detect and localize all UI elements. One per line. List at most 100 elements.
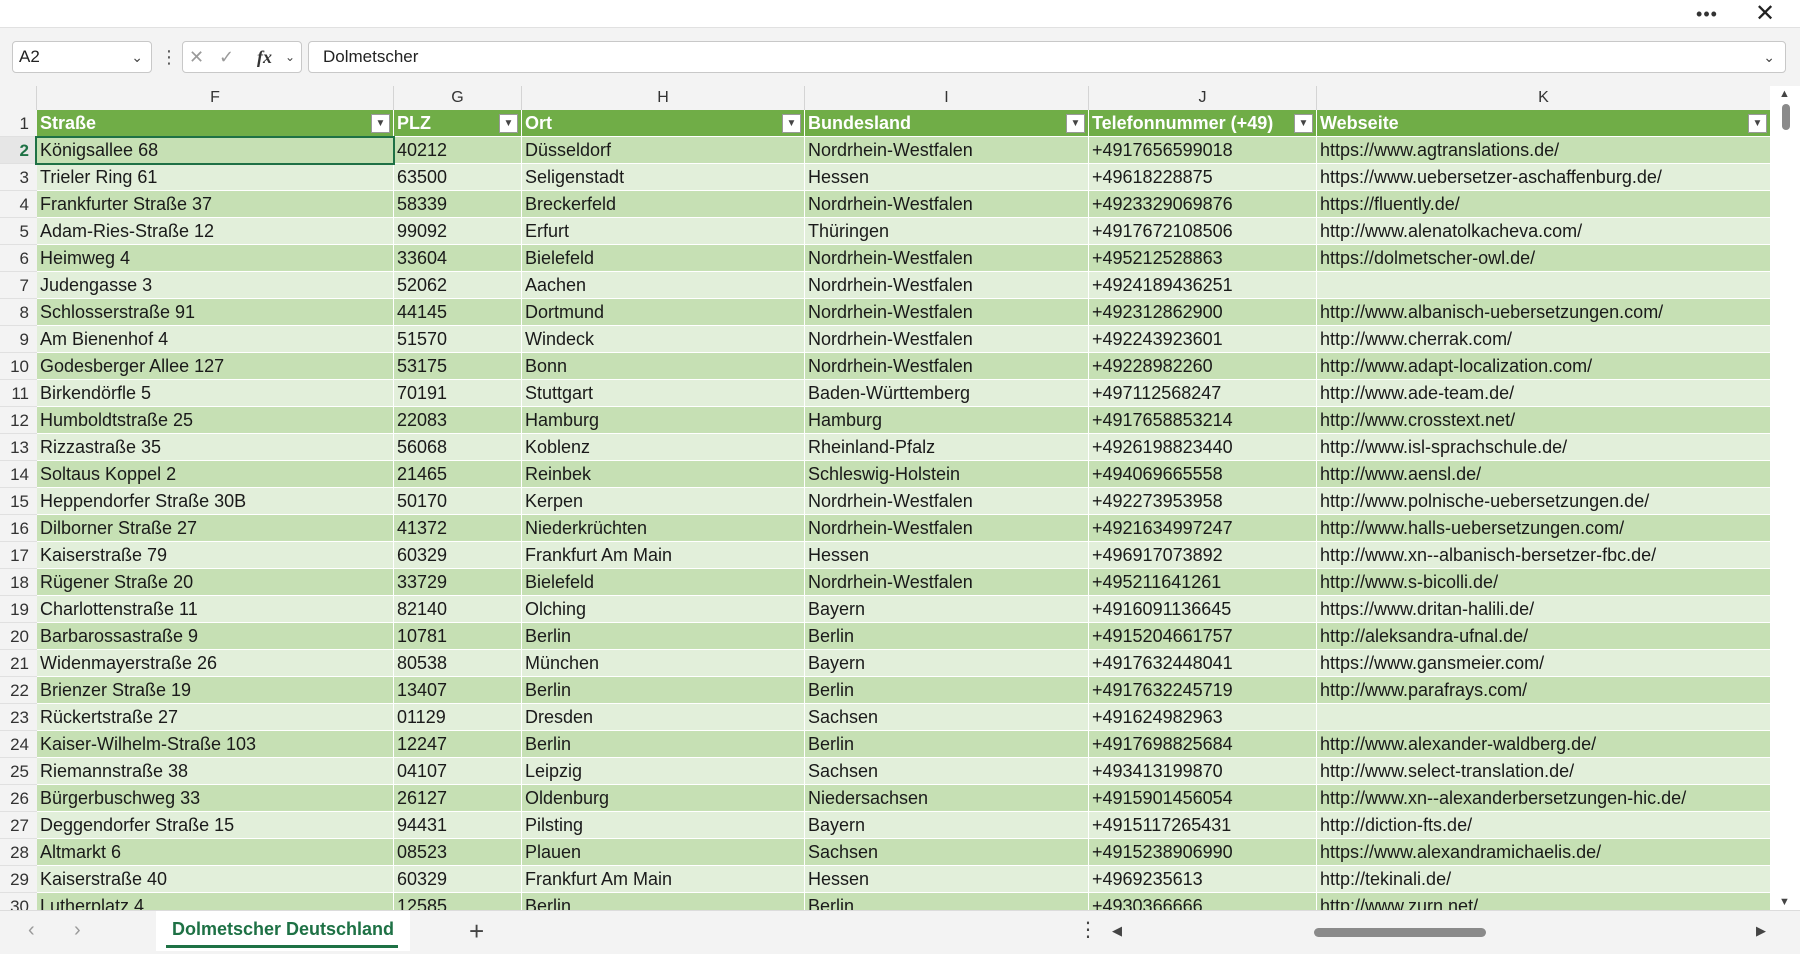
- cell-j[interactable]: +496917073892: [1089, 542, 1317, 569]
- cell-g[interactable]: 60329: [394, 542, 522, 569]
- cell-g[interactable]: 21465: [394, 461, 522, 488]
- cell-g[interactable]: 13407: [394, 677, 522, 704]
- cell-g[interactable]: 26127: [394, 785, 522, 812]
- cell-i[interactable]: Schleswig-Holstein: [805, 461, 1089, 488]
- cell-j[interactable]: +494069665558: [1089, 461, 1317, 488]
- cell-i[interactable]: Nordrhein-Westfalen: [805, 245, 1089, 272]
- column-header-i[interactable]: I: [805, 86, 1089, 110]
- chevron-down-icon[interactable]: ⌄: [285, 42, 295, 72]
- cell-j[interactable]: +4917698825684: [1089, 731, 1317, 758]
- cell-h[interactable]: Berlin: [522, 677, 805, 704]
- cell-k[interactable]: http://www.xn--alexanderbersetzungen-hic…: [1317, 785, 1770, 812]
- cancel-icon[interactable]: ✕: [189, 42, 204, 72]
- cell-g[interactable]: 08523: [394, 839, 522, 866]
- cell-g[interactable]: 12585: [394, 893, 522, 910]
- cell-f[interactable]: Birkendörfle 5: [37, 380, 394, 407]
- row-header[interactable]: 12: [0, 407, 37, 434]
- cell-k[interactable]: http://www.xn--albanisch-bersetzer-fbc.d…: [1317, 542, 1770, 569]
- cell-i[interactable]: Sachsen: [805, 839, 1089, 866]
- cell-i[interactable]: Nordrhein-Westfalen: [805, 299, 1089, 326]
- cell-i[interactable]: Rheinland-Pfalz: [805, 434, 1089, 461]
- cell-f[interactable]: Charlottenstraße 11: [37, 596, 394, 623]
- cell-g[interactable]: 80538: [394, 650, 522, 677]
- cell-h[interactable]: Oldenburg: [522, 785, 805, 812]
- row-header[interactable]: 9: [0, 326, 37, 353]
- cell-h[interactable]: Kerpen: [522, 488, 805, 515]
- cell-k[interactable]: http://aleksandra-ufnal.de/: [1317, 623, 1770, 650]
- cell-f[interactable]: Adam-Ries-Straße 12: [37, 218, 394, 245]
- cell-j[interactable]: +4924189436251: [1089, 272, 1317, 299]
- cell-k[interactable]: http://www.halls-uebersetzungen.com/: [1317, 515, 1770, 542]
- cell-g[interactable]: 12247: [394, 731, 522, 758]
- row-header[interactable]: 19: [0, 596, 37, 623]
- cell-h[interactable]: Bonn: [522, 353, 805, 380]
- close-button[interactable]: ✕: [1750, 2, 1780, 26]
- cell-g[interactable]: 82140: [394, 596, 522, 623]
- cell-g[interactable]: 01129: [394, 704, 522, 731]
- cell-j[interactable]: +4917656599018: [1089, 137, 1317, 164]
- expand-formula-icon[interactable]: ⌄: [1763, 42, 1775, 72]
- cell-j[interactable]: +49228982260: [1089, 353, 1317, 380]
- cell-h[interactable]: Bielefeld: [522, 569, 805, 596]
- cell-k[interactable]: http://www.ade-team.de/: [1317, 380, 1770, 407]
- cell-k[interactable]: http://www.aensl.de/: [1317, 461, 1770, 488]
- add-sheet-button[interactable]: +: [469, 917, 484, 945]
- row-header[interactable]: 21: [0, 650, 37, 677]
- cell-g[interactable]: 41372: [394, 515, 522, 542]
- cell-h[interactable]: Berlin: [522, 731, 805, 758]
- cell-j[interactable]: +492243923601: [1089, 326, 1317, 353]
- row-header[interactable]: 22: [0, 677, 37, 704]
- cell-g[interactable]: 70191: [394, 380, 522, 407]
- cell-f[interactable]: Lutherplatz 4: [37, 893, 394, 910]
- cell-k[interactable]: [1317, 704, 1770, 731]
- cell-h[interactable]: Dresden: [522, 704, 805, 731]
- cell-f[interactable]: Humboldtstraße 25: [37, 407, 394, 434]
- cell-f[interactable]: Bürgerbuschweg 33: [37, 785, 394, 812]
- cell-k[interactable]: https://www.agtranslations.de/: [1317, 137, 1770, 164]
- cell-i[interactable]: Niedersachsen: [805, 785, 1089, 812]
- insert-function-button[interactable]: fx: [257, 42, 272, 72]
- cell-j[interactable]: +4921634997247: [1089, 515, 1317, 542]
- cell-k[interactable]: http://diction-fts.de/: [1317, 812, 1770, 839]
- cell-g[interactable]: 52062: [394, 272, 522, 299]
- vertical-scroll-thumb[interactable]: [1782, 104, 1790, 130]
- cell-g[interactable]: 44145: [394, 299, 522, 326]
- cell-j[interactable]: +4969235613: [1089, 866, 1317, 893]
- cell-k[interactable]: http://www.alexander-waldberg.de/: [1317, 731, 1770, 758]
- row-header[interactable]: 28: [0, 839, 37, 866]
- cell-k[interactable]: http://www.polnische-uebersetzungen.de/: [1317, 488, 1770, 515]
- cell-i[interactable]: Nordrhein-Westfalen: [805, 137, 1089, 164]
- cell-f[interactable]: Trieler Ring 61: [37, 164, 394, 191]
- vertical-dots-icon[interactable]: ⋮: [1078, 917, 1098, 942]
- cell-j[interactable]: +495212528863: [1089, 245, 1317, 272]
- cell-g[interactable]: 99092: [394, 218, 522, 245]
- cell-i[interactable]: Hessen: [805, 866, 1089, 893]
- vertical-scrollbar[interactable]: ▲ ▼: [1770, 86, 1800, 910]
- cell-f[interactable]: Rizzastraße 35: [37, 434, 394, 461]
- filter-dropdown-icon[interactable]: ▼: [1066, 114, 1085, 133]
- row-header[interactable]: 3: [0, 164, 37, 191]
- column-header-j[interactable]: J: [1089, 86, 1317, 110]
- cell-g[interactable]: 22083: [394, 407, 522, 434]
- cell-g[interactable]: 33604: [394, 245, 522, 272]
- cell-j[interactable]: +4915204661757: [1089, 623, 1317, 650]
- cell-i[interactable]: Sachsen: [805, 758, 1089, 785]
- cell-f[interactable]: Königsallee 68: [37, 137, 394, 164]
- row-header[interactable]: 8: [0, 299, 37, 326]
- spreadsheet-grid[interactable]: FGHIJK 1 2 3 4 5 6 7 8 9 10 11 12 13 14 15 16 17 18 19 20 21…: [0, 86, 1770, 910]
- cell-f[interactable]: Widenmayerstraße 26: [37, 650, 394, 677]
- cell-h[interactable]: Leipzig: [522, 758, 805, 785]
- formula-input[interactable]: Dolmetscher ⌄: [308, 41, 1786, 73]
- cell-j[interactable]: +492312862900: [1089, 299, 1317, 326]
- cell-i[interactable]: Berlin: [805, 893, 1089, 910]
- table-header-cell[interactable]: PLZ ▼: [394, 110, 522, 137]
- cell-f[interactable]: Am Bienenhof 4: [37, 326, 394, 353]
- cell-j[interactable]: +4923329069876: [1089, 191, 1317, 218]
- cell-i[interactable]: Hessen: [805, 542, 1089, 569]
- cell-h[interactable]: Frankfurt Am Main: [522, 542, 805, 569]
- row-header[interactable]: 24: [0, 731, 37, 758]
- cell-i[interactable]: Bayern: [805, 596, 1089, 623]
- cell-g[interactable]: 10781: [394, 623, 522, 650]
- row-header[interactable]: 23: [0, 704, 37, 731]
- cell-f[interactable]: Dilborner Straße 27: [37, 515, 394, 542]
